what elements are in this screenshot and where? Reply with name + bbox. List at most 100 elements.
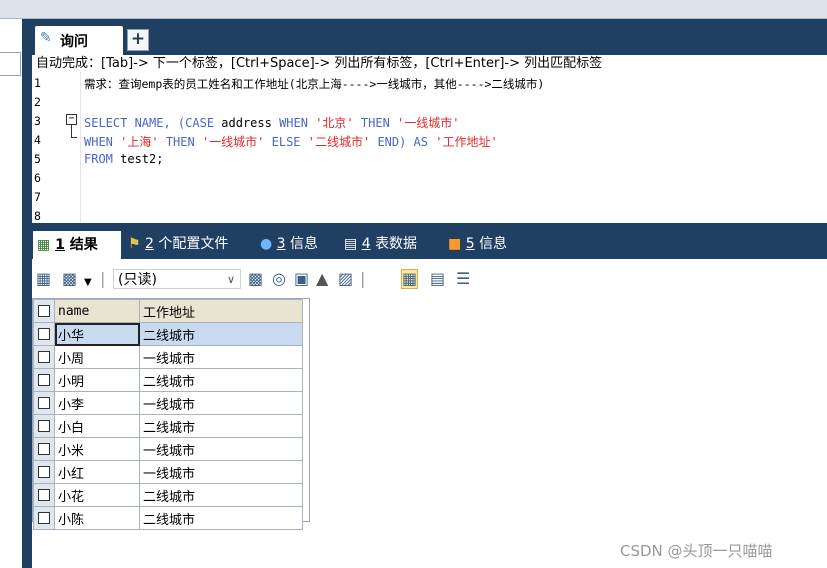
form-mode-icon[interactable]: ▤ [430, 270, 445, 288]
cell-name[interactable]: 小李 [54, 391, 140, 415]
results-table: name 工作地址 小华 二线城市 小周 一线城市 小明 二线城市 小李 一线城… [33, 299, 303, 530]
read-only-select[interactable]: (只读) ∨ [113, 269, 241, 289]
sql-string: '二线城市' [300, 135, 378, 149]
tab-table-data[interactable]: ▤ 4 表数据 [344, 232, 417, 256]
object-browser-pane [0, 19, 22, 568]
row-checkbox[interactable] [33, 322, 55, 346]
text-mode-icon[interactable]: ☰ [456, 270, 470, 288]
column-header-address[interactable]: 工作地址 [139, 299, 303, 323]
row-checkbox[interactable] [33, 368, 55, 392]
line-number: 1 [34, 76, 41, 90]
new-tab-button[interactable]: + [127, 29, 149, 51]
grid-view-icon[interactable]: ▦ [36, 270, 51, 288]
delete-icon[interactable]: ▲ [316, 270, 328, 288]
cell-name[interactable]: 小周 [54, 345, 140, 369]
cell-address[interactable]: 二线城市 [139, 483, 303, 507]
table-row[interactable]: 小白 二线城市 [33, 414, 303, 438]
export-icon[interactable]: ▩ [62, 270, 77, 288]
line-number: 3 [34, 114, 41, 128]
sql-string: '北京' [307, 116, 361, 130]
sql-keyword: THEN [360, 116, 390, 130]
row-checkbox[interactable] [33, 437, 55, 461]
toolbar-separator: | [100, 269, 106, 288]
sql-string: '工作地址' [428, 135, 498, 149]
info-colored-icon: ■ [448, 236, 462, 252]
table-row[interactable]: 小米 一线城市 [33, 437, 303, 461]
toolbar-separator: | [360, 269, 366, 288]
tab-results[interactable]: ▦ 1 结果 [33, 231, 121, 259]
table-row[interactable]: 小李 一线城市 [33, 391, 303, 415]
cell-address[interactable]: 二线城市 [139, 322, 303, 346]
tab-messages[interactable]: ● 3 信息 [260, 232, 318, 256]
cell-address[interactable]: 一线城市 [139, 391, 303, 415]
sql-keyword: WHEN [279, 116, 308, 130]
line-number: 2 [34, 95, 41, 109]
query-icon: ✎ [40, 30, 52, 46]
watermark: CSDN @头顶一只喵喵 [620, 542, 773, 560]
info-icon: ● [260, 236, 273, 252]
chevron-down-icon: ∨ [226, 273, 235, 286]
row-checkbox[interactable] [33, 483, 55, 507]
cell-address[interactable]: 二线城市 [139, 414, 303, 438]
fold-guide-end [71, 137, 77, 138]
cell-name[interactable]: 小红 [54, 460, 140, 484]
row-checkbox[interactable] [33, 345, 55, 369]
table-row[interactable]: 小陈 二线城市 [33, 506, 303, 530]
cell-address[interactable]: 二线城市 [139, 368, 303, 392]
sql-keyword: END) AS [377, 135, 429, 149]
column-header-name[interactable]: name [54, 299, 140, 323]
tab-query[interactable]: ✎ 询问 [35, 26, 123, 55]
query-tab-bar [32, 19, 827, 55]
gutter-divider [80, 72, 81, 223]
grid-mode-icon[interactable]: ▦ [400, 269, 419, 289]
object-browser-filter[interactable] [0, 52, 21, 76]
cell-address[interactable]: 二线城市 [139, 506, 303, 530]
table-row[interactable]: 小花 二线城市 [33, 483, 303, 507]
table-row[interactable]: 小华 二线城市 [33, 322, 303, 346]
profile-icon: ⚑ [128, 236, 141, 252]
sql-keyword: SELECT NAME, (CASE [84, 116, 215, 130]
refresh-icon[interactable]: ▨ [338, 270, 353, 288]
row-checkbox[interactable] [33, 391, 55, 415]
code-line-1: 需求：查询emp表的员工姓名和工作地址(北京上海---->一线城市，其他----… [84, 77, 545, 91]
cell-name[interactable]: 小陈 [54, 506, 140, 530]
cell-address[interactable]: 一线城市 [139, 437, 303, 461]
grid-icon: ▦ [37, 237, 51, 253]
table-row[interactable]: 小红 一线城市 [33, 460, 303, 484]
fold-guide [71, 125, 72, 137]
cell-name[interactable]: 小米 [54, 437, 140, 461]
cell-name[interactable]: 小明 [54, 368, 140, 392]
duplicate-row-icon[interactable]: ◎ [272, 270, 286, 288]
select-all-checkbox[interactable] [33, 299, 55, 323]
tab-info[interactable]: ■ 5 信息 [448, 232, 507, 256]
chevron-down-icon[interactable]: ▼ [84, 274, 92, 292]
line-number: 4 [34, 133, 41, 147]
cell-name[interactable]: 小花 [54, 483, 140, 507]
line-number: 5 [34, 152, 41, 166]
row-checkbox[interactable] [33, 460, 55, 484]
add-row-icon[interactable]: ▩ [248, 270, 263, 288]
read-only-select-value: (只读) [118, 272, 157, 288]
line-number: 7 [34, 190, 41, 204]
window-top-strip [0, 0, 827, 19]
fold-toggle-icon[interactable]: − [66, 114, 77, 125]
cell-name[interactable]: 小华 [54, 322, 140, 346]
cell-name[interactable]: 小白 [54, 414, 140, 438]
sql-text: address [214, 116, 280, 130]
table-row[interactable]: 小明 二线城市 [33, 368, 303, 392]
save-icon[interactable]: ▣ [294, 270, 309, 288]
row-checkbox[interactable] [33, 506, 55, 530]
cell-address[interactable]: 一线城市 [139, 345, 303, 369]
sql-string: '上海' [112, 135, 166, 149]
sql-string: '一线城市' [194, 135, 272, 149]
cell-address[interactable]: 一线城市 [139, 460, 303, 484]
line-number: 6 [34, 171, 41, 185]
sql-text: test2; [112, 152, 164, 166]
line-number: 8 [34, 209, 41, 223]
table-row[interactable]: 小周 一线城市 [33, 345, 303, 369]
row-checkbox[interactable] [33, 414, 55, 438]
tab-profiles[interactable]: ⚑ 2 个配置文件 [128, 232, 228, 256]
code-line-3: SELECT NAME, (CASE address WHEN '北京' THE… [84, 114, 459, 131]
autocomplete-hint: 自动完成：[Tab]-> 下一个标签，[Ctrl+Space]-> 列出所有标签… [34, 55, 827, 72]
pane-splitter[interactable] [22, 19, 32, 568]
